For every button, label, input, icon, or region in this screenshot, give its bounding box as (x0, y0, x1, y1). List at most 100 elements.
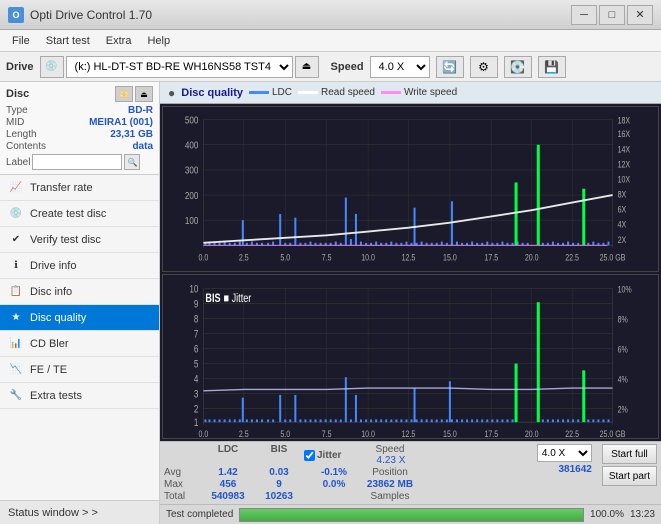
sidebar-item-extra-tests[interactable]: 🔧 Extra tests (0, 383, 159, 409)
disc-mid-value: MEIRA1 (001) (89, 117, 153, 128)
svg-text:BIS: BIS (205, 292, 220, 306)
verify-test-disc-icon: ✔ (8, 232, 24, 248)
stats-row: LDC BIS Jitter Speed 4.23 X Avg (164, 444, 657, 502)
speed-value: 4.23 X (377, 455, 406, 466)
jitter-checkbox[interactable] (304, 450, 315, 461)
disc-section-title: Disc (6, 88, 29, 100)
svg-text:8X: 8X (618, 190, 627, 200)
disc-load-icon[interactable]: 📀 (115, 86, 133, 102)
minimize-button[interactable]: ─ (571, 5, 597, 25)
disc-length-label: Length (6, 129, 37, 140)
drive-info-icon: ℹ (8, 258, 24, 274)
disc-label-input[interactable] (32, 154, 122, 170)
sidebar-item-label: Disc info (30, 286, 72, 298)
sidebar-item-create-test-disc[interactable]: 💿 Create test disc (0, 201, 159, 227)
svg-text:12X: 12X (618, 160, 631, 170)
max-ldc: 456 (202, 479, 254, 490)
svg-text:5: 5 (194, 358, 198, 370)
menu-extra[interactable]: Extra (98, 33, 140, 49)
svg-text:8%: 8% (618, 313, 629, 324)
disc-eject-icon[interactable]: ⏏ (135, 86, 153, 102)
sidebar-item-verify-test-disc[interactable]: ✔ Verify test disc (0, 227, 159, 253)
start-full-button[interactable]: Start full (602, 444, 657, 464)
sidebar-item-disc-quality[interactable]: ★ Disc quality (0, 305, 159, 331)
svg-text:25.0 GB: 25.0 GB (600, 428, 626, 438)
svg-text:0.0: 0.0 (198, 428, 208, 438)
disc-contents-row: Contents data (6, 141, 153, 152)
progress-percent: 100.0% (590, 509, 624, 520)
col-jitter-header: Jitter (304, 444, 364, 466)
max-bis: 9 (254, 479, 304, 490)
cd-bler-icon: 📊 (8, 336, 24, 352)
disc-panel: Disc 📀 ⏏ Type BD-R MID MEIRA1 (001) Leng… (0, 82, 159, 175)
total-ldc: 540983 (202, 491, 254, 502)
charts-area: 500 400 300 200 100 18X 16X 14X 12X 10X … (160, 104, 661, 441)
total-label: Total (164, 491, 202, 502)
disc-quality-icon: ★ (8, 310, 24, 326)
drive-select[interactable]: (k:) HL-DT-ST BD-RE WH16NS58 TST4 (66, 56, 293, 78)
svg-text:2%: 2% (618, 403, 629, 414)
svg-text:22.5: 22.5 (565, 253, 579, 263)
disc-label-icon-btn[interactable]: 🔍 (124, 154, 140, 170)
sidebar-item-disc-info[interactable]: 📋 Disc info (0, 279, 159, 305)
svg-text:17.5: 17.5 (484, 253, 498, 263)
max-label: Max (164, 479, 202, 490)
speed-select[interactable]: 4.0 X 2.0 X 6.0 X (370, 56, 430, 78)
disc-quality-header: ● Disc quality LDC Read speed Write spee… (160, 82, 661, 104)
stats-max-row: Max 456 9 0.0% 23862 MB (164, 479, 527, 490)
menu-file[interactable]: File (4, 33, 38, 49)
speed-label: Speed (331, 61, 364, 73)
menu-start-test[interactable]: Start test (38, 33, 98, 49)
eject-button[interactable]: ⏏ (295, 56, 319, 78)
svg-text:15.0: 15.0 (443, 253, 457, 263)
drive-select-wrapper: 💿 (k:) HL-DT-ST BD-RE WH16NS58 TST4 ⏏ (40, 56, 319, 78)
legend-write-speed-label: Write speed (404, 87, 457, 98)
close-button[interactable]: ✕ (627, 5, 653, 25)
refresh-button[interactable]: 🔄 (436, 56, 464, 78)
disc-panel-header: Disc 📀 ⏏ (6, 86, 153, 102)
sidebar-item-drive-info[interactable]: ℹ Drive info (0, 253, 159, 279)
svg-text:100: 100 (185, 215, 198, 226)
svg-text:16X: 16X (618, 129, 631, 139)
disc-contents-value: data (132, 141, 153, 152)
progress-bar-container (239, 508, 584, 522)
sidebar-item-fe-te[interactable]: 📉 FE / TE (0, 357, 159, 383)
title-bar: O Opti Drive Control 1.70 ─ □ ✕ (0, 0, 661, 30)
menu-help[interactable]: Help (139, 33, 178, 49)
disc-type-value: BD-R (128, 105, 153, 116)
save-button[interactable]: 💾 (538, 56, 566, 78)
svg-text:200: 200 (185, 190, 198, 201)
disc-button[interactable]: 💽 (504, 56, 532, 78)
samples-value: 381642 (558, 464, 591, 475)
svg-text:20.0: 20.0 (525, 428, 539, 438)
col-empty (164, 444, 202, 466)
svg-text:300: 300 (185, 165, 198, 176)
sidebar-item-label: Verify test disc (30, 234, 101, 246)
svg-text:2.5: 2.5 (239, 428, 249, 438)
status-window-button[interactable]: Status window > > (0, 500, 159, 524)
svg-text:400: 400 (185, 140, 198, 151)
disc-icon-row: 📀 ⏏ (115, 86, 153, 102)
progress-area: Test completed 100.0% 13:23 (160, 504, 661, 524)
avg-label: Avg (164, 467, 202, 478)
legend-write-speed: Write speed (381, 87, 457, 98)
sidebar-item-label: Transfer rate (30, 182, 93, 194)
drive-bar: Drive 💿 (k:) HL-DT-ST BD-RE WH16NS58 TST… (0, 52, 661, 82)
start-part-button[interactable]: Start part (602, 466, 657, 486)
avg-jitter: -0.1% (304, 467, 364, 478)
fe-te-icon: 📉 (8, 362, 24, 378)
svg-text:2X: 2X (618, 235, 627, 245)
stats-avg-row: Avg 1.42 0.03 -0.1% Position (164, 467, 527, 478)
stats-speed-select[interactable]: 4.0 X 2.0 X (537, 444, 592, 462)
sidebar-item-transfer-rate[interactable]: 📈 Transfer rate (0, 175, 159, 201)
svg-text:6: 6 (194, 343, 198, 355)
disc-length-value: 23,31 GB (110, 129, 153, 140)
svg-text:15.0: 15.0 (443, 428, 457, 438)
chart-ldc: 500 400 300 200 100 18X 16X 14X 12X 10X … (162, 106, 659, 272)
settings-button[interactable]: ⚙ (470, 56, 498, 78)
sidebar-item-cd-bler[interactable]: 📊 CD Bler (0, 331, 159, 357)
svg-text:10X: 10X (618, 175, 631, 185)
total-jitter-empty (304, 491, 364, 502)
maximize-button[interactable]: □ (599, 5, 625, 25)
avg-ldc: 1.42 (202, 467, 254, 478)
